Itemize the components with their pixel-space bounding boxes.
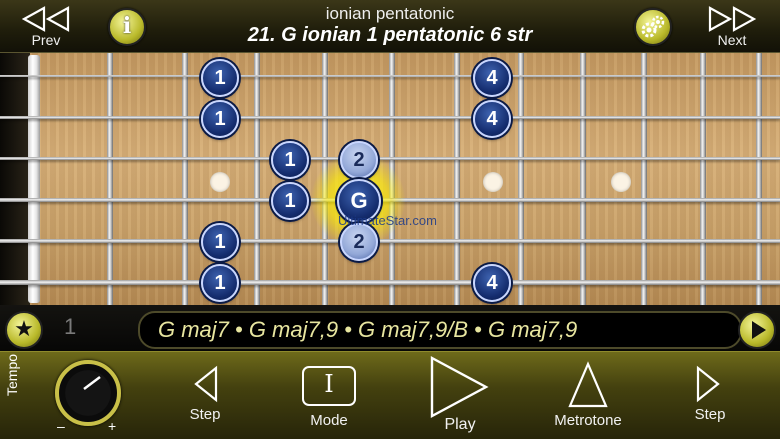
info-icon: i [122, 13, 132, 39]
step-forward-label: Step [694, 406, 726, 423]
rewind-icon [22, 6, 70, 32]
settings-button[interactable] [634, 8, 672, 46]
step-back-label: Step [189, 406, 221, 423]
play-button[interactable]: Play [420, 355, 500, 436]
chord-list[interactable]: G maj7 • G maj7,9 • G maj7,9/B • G maj7,… [138, 311, 742, 349]
chord-play-button[interactable] [738, 311, 776, 349]
fret-wire [454, 53, 460, 305]
scale-title: 21. G ionian 1 pentatonic 6 str [247, 24, 533, 46]
fret-inlay-dot [210, 172, 230, 192]
scale-note[interactable]: 1 [271, 182, 309, 220]
scale-note[interactable]: 1 [201, 264, 239, 302]
tempo-plus[interactable]: + [108, 418, 116, 434]
next-button[interactable]: Next [700, 4, 764, 50]
guitar-nut [28, 55, 40, 303]
watermark: UltimateStar.com [338, 213, 437, 228]
scale-note[interactable]: 2 [340, 141, 378, 179]
step-forward-button[interactable]: Step [684, 362, 736, 428]
step-back-icon [194, 365, 218, 403]
fret-wire [107, 53, 113, 305]
metronome-icon [568, 361, 608, 408]
fret-wire [182, 53, 188, 305]
star-icon: ★ [14, 316, 34, 341]
chord-list-text: G maj7 • G maj7,9 • G maj7,9/B • G maj7,… [158, 317, 578, 342]
info-button[interactable]: i [108, 8, 146, 46]
step-back-button[interactable]: Step [180, 362, 230, 428]
guitar-string-5 [0, 239, 780, 243]
gear-icon [641, 15, 665, 38]
guitar-string-6 [0, 280, 780, 285]
next-label: Next [717, 32, 747, 48]
fast-forward-icon [708, 6, 756, 32]
play-icon [752, 321, 766, 339]
app-window: Prev i ionian pentatonic 21. G ionian 1 … [0, 0, 780, 439]
fret-inlay-dot [483, 172, 503, 192]
scale-note[interactable]: 1 [271, 141, 309, 179]
fretboard-edge [0, 53, 30, 305]
favorite-button[interactable]: ★ [5, 311, 43, 349]
fret-inlay-dot [611, 172, 631, 192]
play-label: Play [444, 416, 476, 433]
tempo-minus[interactable]: – [57, 418, 65, 434]
mode-label: Mode [310, 412, 348, 429]
fret-wire [254, 53, 260, 305]
step-forward-icon [696, 365, 720, 403]
knob-pointer-icon [83, 376, 101, 390]
scale-note[interactable]: 4 [473, 100, 511, 138]
metrotone-label: Metrotone [554, 412, 622, 429]
scale-note[interactable]: 1 [201, 100, 239, 138]
fret-wire [756, 53, 762, 305]
fret-wire [518, 53, 524, 305]
chord-count: 1 [64, 314, 77, 339]
scale-note[interactable]: 2 [340, 223, 378, 261]
scale-subtitle: ionian pentatonic [325, 4, 455, 23]
guitar-string-3 [0, 157, 780, 160]
scale-note[interactable]: 4 [473, 59, 511, 97]
fret-wire [700, 53, 706, 305]
play-icon [430, 355, 489, 419]
fret-wire [641, 53, 647, 305]
fret-wire [580, 53, 586, 305]
scale-note[interactable]: 4 [473, 264, 511, 302]
guitar-string-1 [0, 75, 780, 77]
tempo-label: Tempo [4, 353, 20, 396]
mode-glyph: I [324, 370, 334, 398]
metrotone-button[interactable]: Metrotone [548, 360, 628, 432]
prev-button[interactable]: Prev [14, 4, 78, 50]
guitar-string-2 [0, 116, 780, 119]
tempo-knob[interactable] [55, 360, 121, 426]
mode-button[interactable]: I Mode [296, 364, 362, 434]
scale-note[interactable]: 1 [201, 59, 239, 97]
prev-label: Prev [31, 32, 61, 48]
scale-note[interactable]: 1 [201, 223, 239, 261]
